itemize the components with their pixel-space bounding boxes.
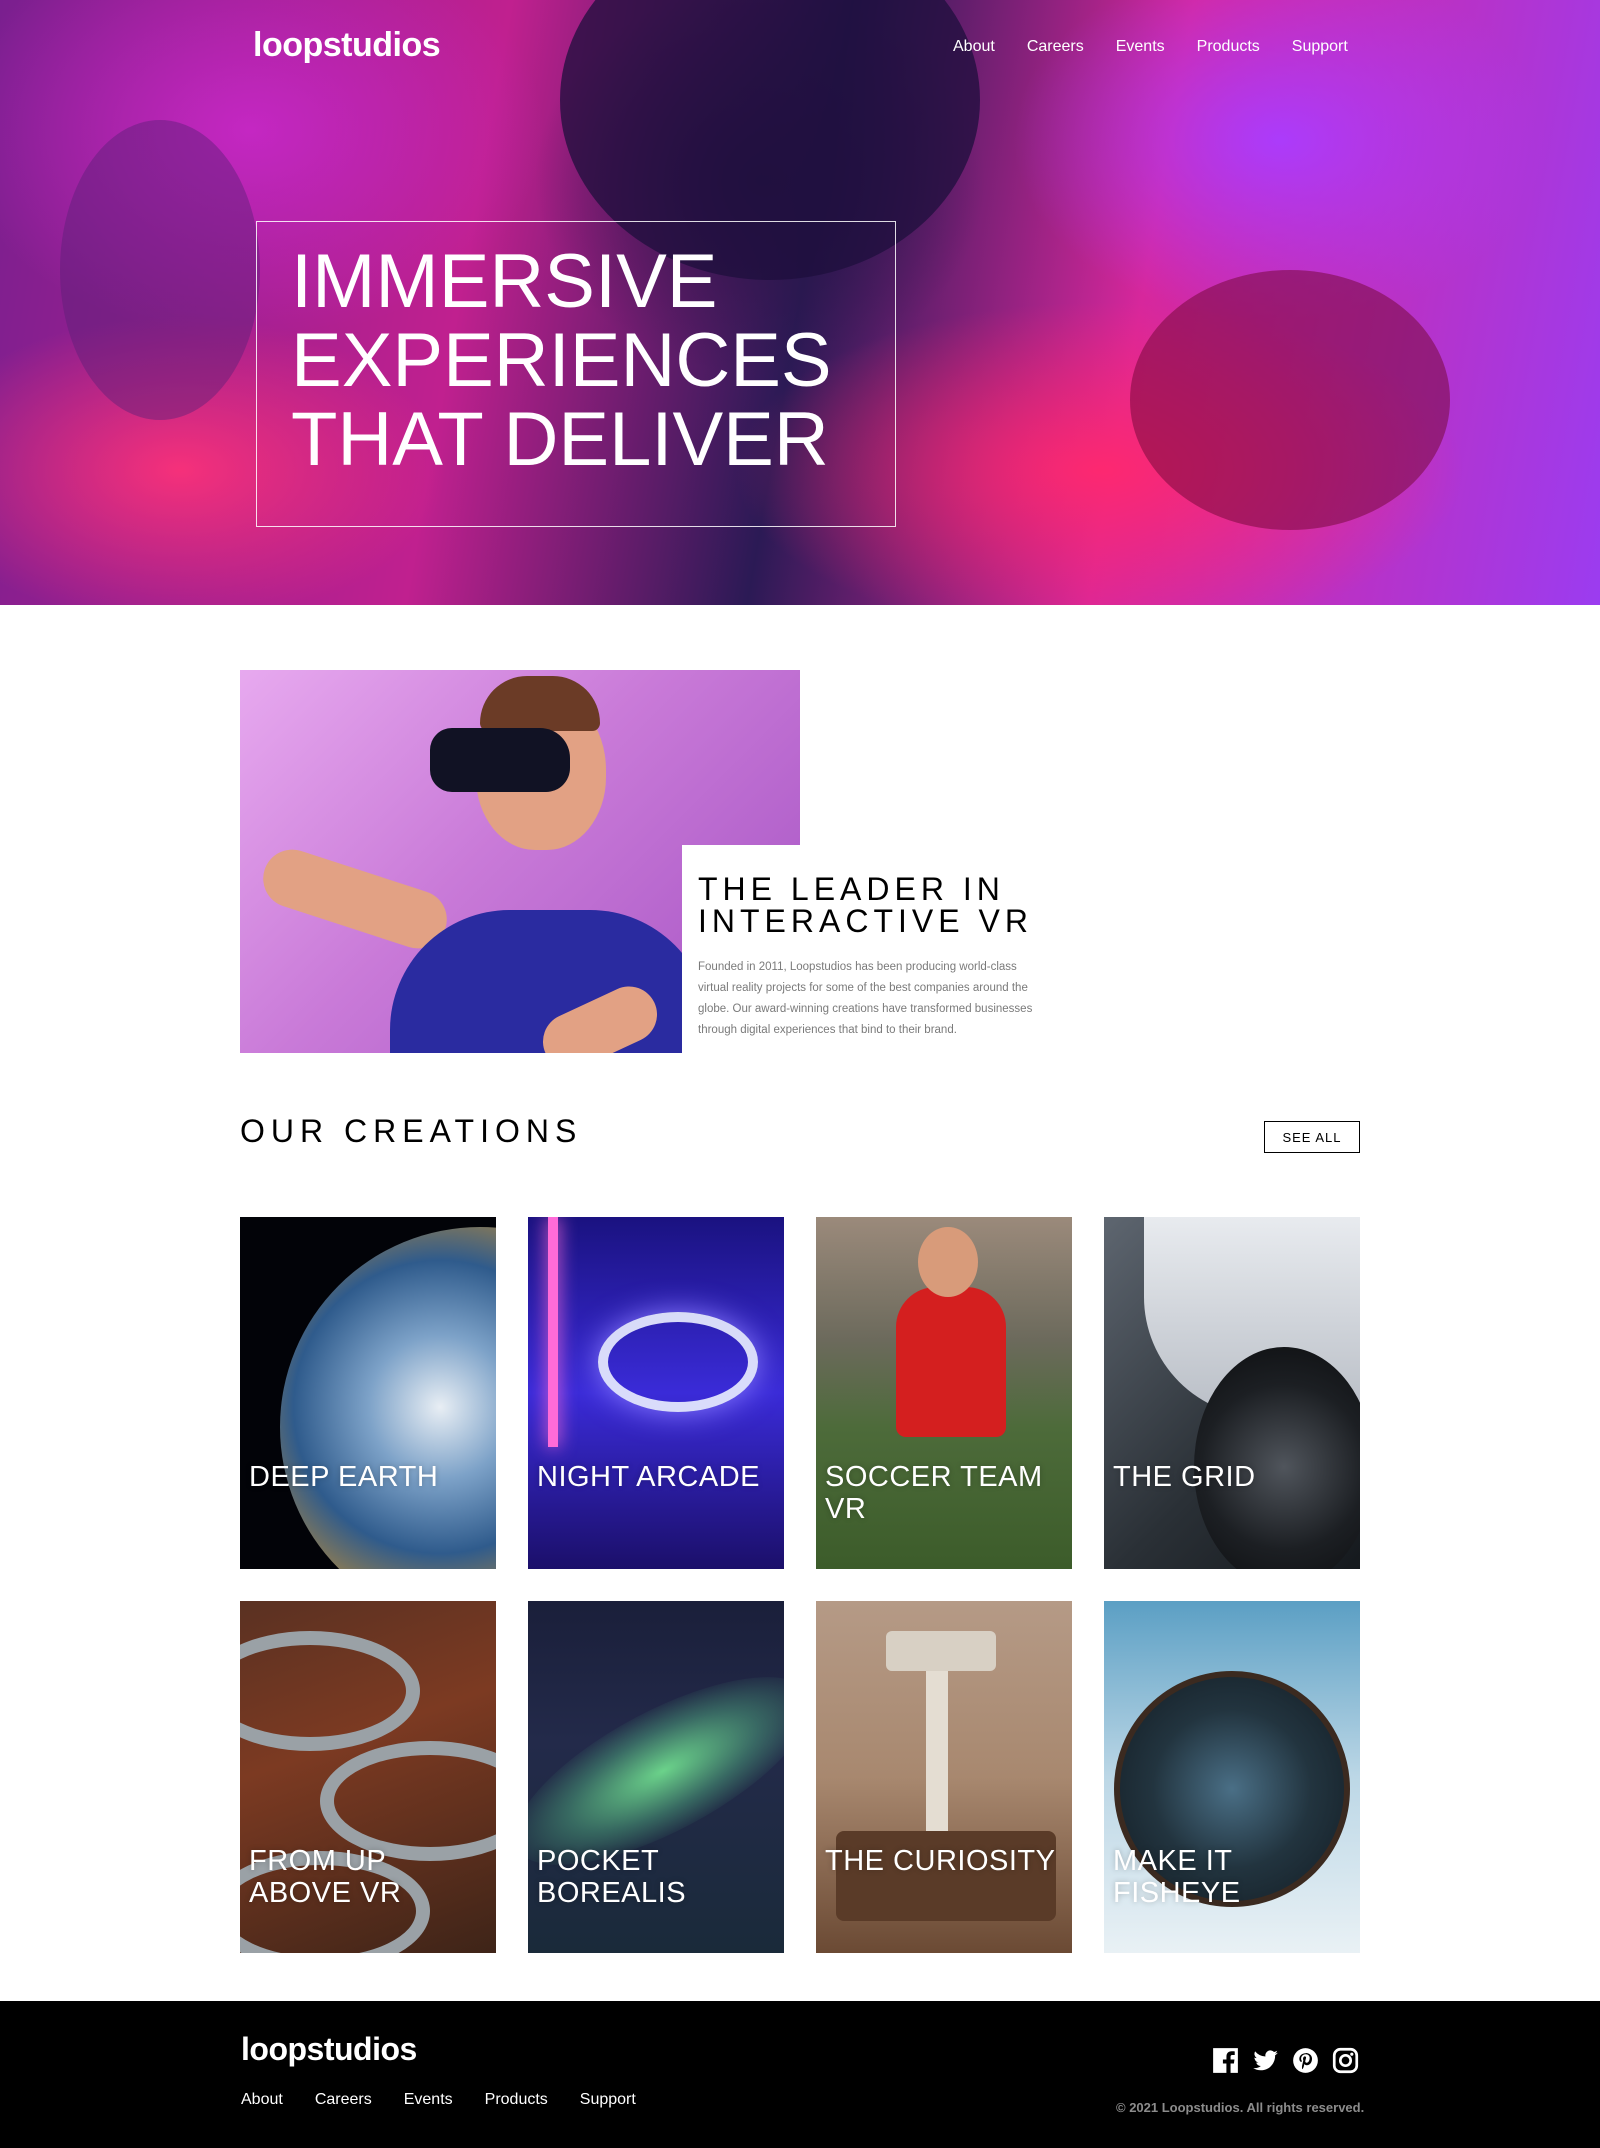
creation-label: FROM UP ABOVE VR: [249, 1845, 402, 1909]
creation-card-the-grid[interactable]: THE GRID: [1104, 1217, 1360, 1569]
interactive-description: Founded in 2011, Loopstudios has been pr…: [698, 961, 1033, 1036]
nav-link-support[interactable]: Support: [1292, 38, 1348, 56]
creation-label: THE CURIOSITY: [825, 1845, 1056, 1877]
rover-head-shape: [886, 1631, 996, 1671]
interactive-title-line: INTERACTIVE VR: [698, 903, 1033, 939]
footer-logo[interactable]: loopstudios: [241, 2031, 417, 2068]
hero-image-shape: [60, 120, 260, 420]
earth-shape: [280, 1227, 496, 1569]
creation-card-pocket-borealis[interactable]: POCKET BOREALIS: [528, 1601, 784, 1953]
interactive-card: THE LEADER IN INTERACTIVE VR Founded in …: [682, 845, 1102, 1055]
creation-card-night-arcade[interactable]: NIGHT ARCADE: [528, 1217, 784, 1569]
vr-headset-shape: [430, 728, 570, 792]
hero-section: loopstudios About Careers Events Product…: [0, 0, 1600, 605]
hero-title-line: EXPERIENCES: [291, 318, 832, 403]
footer-link-about[interactable]: About: [241, 2091, 283, 2109]
creation-card-from-up-above-vr[interactable]: FROM UP ABOVE VR: [240, 1601, 496, 1953]
footer-nav: About Careers Events Products Support: [241, 2091, 636, 2109]
creations-title: OUR CREATIONS: [240, 1113, 583, 1149]
footer-link-support[interactable]: Support: [580, 2091, 636, 2109]
creation-label: NIGHT ARCADE: [537, 1461, 761, 1493]
player-shape: [896, 1287, 1006, 1437]
hero-image-shape: [1130, 270, 1450, 530]
image-hair-shape: [480, 676, 600, 731]
footer-link-events[interactable]: Events: [404, 2091, 453, 2109]
footer-link-careers[interactable]: Careers: [315, 2091, 372, 2109]
site-logo[interactable]: loopstudios: [253, 26, 441, 65]
nav-link-careers[interactable]: Careers: [1027, 38, 1084, 56]
hero-title-line: THAT DELIVER: [291, 397, 829, 482]
road-shape: [320, 1741, 496, 1861]
twitter-icon[interactable]: [1252, 2047, 1279, 2074]
road-shape: [240, 1631, 420, 1751]
creation-label: SOCCER TEAM VR: [825, 1461, 1043, 1525]
social-links: [1212, 2047, 1359, 2074]
pinterest-icon[interactable]: [1292, 2047, 1319, 2074]
rover-mast-shape: [926, 1641, 948, 1841]
creation-card-the-curiosity[interactable]: THE CURIOSITY: [816, 1601, 1072, 1953]
copyright-text: © 2021 Loopstudios. All rights reserved.: [1116, 2100, 1365, 2115]
facebook-icon[interactable]: [1212, 2047, 1239, 2074]
arcade-ring-shape: [598, 1312, 758, 1412]
creation-label: THE GRID: [1113, 1461, 1256, 1493]
hero-title-box: IMMERSIVE EXPERIENCES THAT DELIVER: [256, 221, 896, 527]
footer-link-products[interactable]: Products: [485, 2091, 548, 2109]
nav-link-products[interactable]: Products: [1197, 38, 1260, 56]
interactive-title-line: THE LEADER IN: [698, 871, 1005, 907]
creation-card-soccer-team-vr[interactable]: SOCCER TEAM VR: [816, 1217, 1072, 1569]
image-arm-shape: [255, 842, 455, 956]
creation-card-make-it-fisheye[interactable]: MAKE IT FISHEYE: [1104, 1601, 1360, 1953]
hero-title: IMMERSIVE EXPERIENCES THAT DELIVER: [291, 242, 832, 479]
nav-link-events[interactable]: Events: [1116, 38, 1165, 56]
creation-label: DEEP EARTH: [249, 1461, 439, 1493]
creation-card-deep-earth[interactable]: DEEP EARTH: [240, 1217, 496, 1569]
creation-label: POCKET BOREALIS: [537, 1845, 687, 1909]
creation-label: MAKE IT FISHEYE: [1113, 1845, 1241, 1909]
main-nav: About Careers Events Products Support: [953, 38, 1348, 56]
footer: loopstudios About Careers Events Product…: [0, 2001, 1600, 2148]
player-head-shape: [918, 1227, 978, 1297]
interactive-title: THE LEADER IN INTERACTIVE VR: [698, 873, 1102, 937]
instagram-icon[interactable]: [1332, 2047, 1359, 2074]
hero-title-line: IMMERSIVE: [291, 239, 718, 324]
nav-link-about[interactable]: About: [953, 38, 995, 56]
see-all-button[interactable]: SEE ALL: [1264, 1121, 1360, 1153]
arcade-light-shape: [548, 1217, 558, 1447]
